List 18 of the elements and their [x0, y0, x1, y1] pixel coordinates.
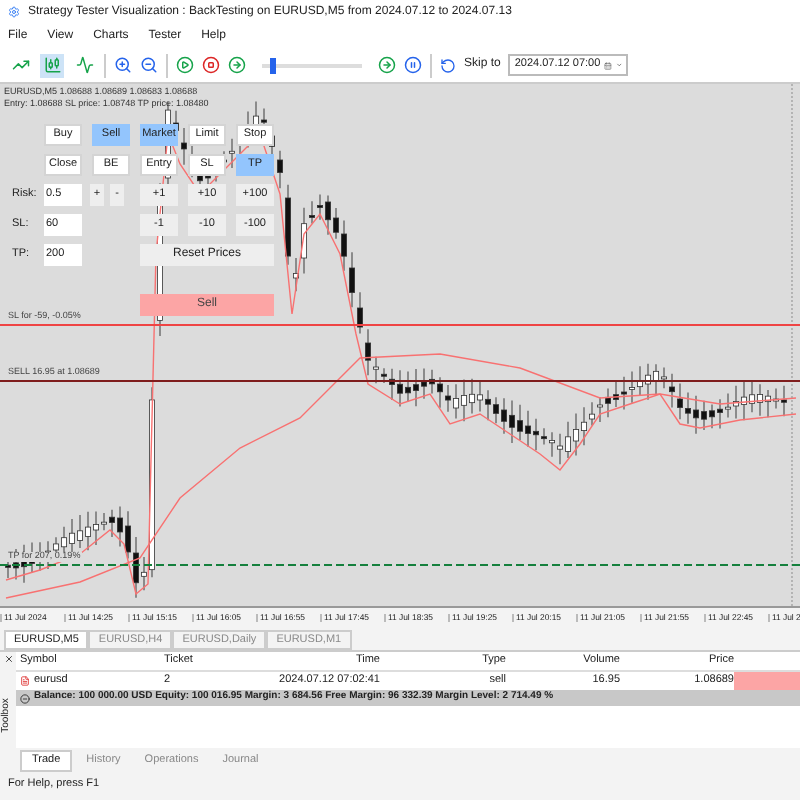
play-icon[interactable]: [176, 56, 194, 74]
step-icon[interactable]: [378, 56, 396, 74]
order-icon: [20, 676, 30, 686]
slider-thumb[interactable]: [269, 57, 276, 73]
line-chart-button[interactable]: [72, 53, 96, 77]
speed-slider[interactable]: [262, 57, 362, 73]
candles-chart-button[interactable]: [40, 53, 64, 77]
step-icon[interactable]: [228, 56, 246, 74]
stop-icon[interactable]: [202, 56, 220, 74]
dropdown-icon[interactable]: [616, 60, 623, 70]
zoom-in-icon[interactable]: [114, 56, 132, 74]
zoom-out-icon[interactable]: [140, 56, 158, 74]
app-icon: [8, 6, 20, 18]
balance-icon: [20, 693, 30, 703]
pause-icon[interactable]: [404, 56, 422, 74]
calendar-icon[interactable]: [604, 59, 613, 71]
skip-icon[interactable]: [440, 57, 456, 73]
profit-cell: [734, 672, 800, 690]
